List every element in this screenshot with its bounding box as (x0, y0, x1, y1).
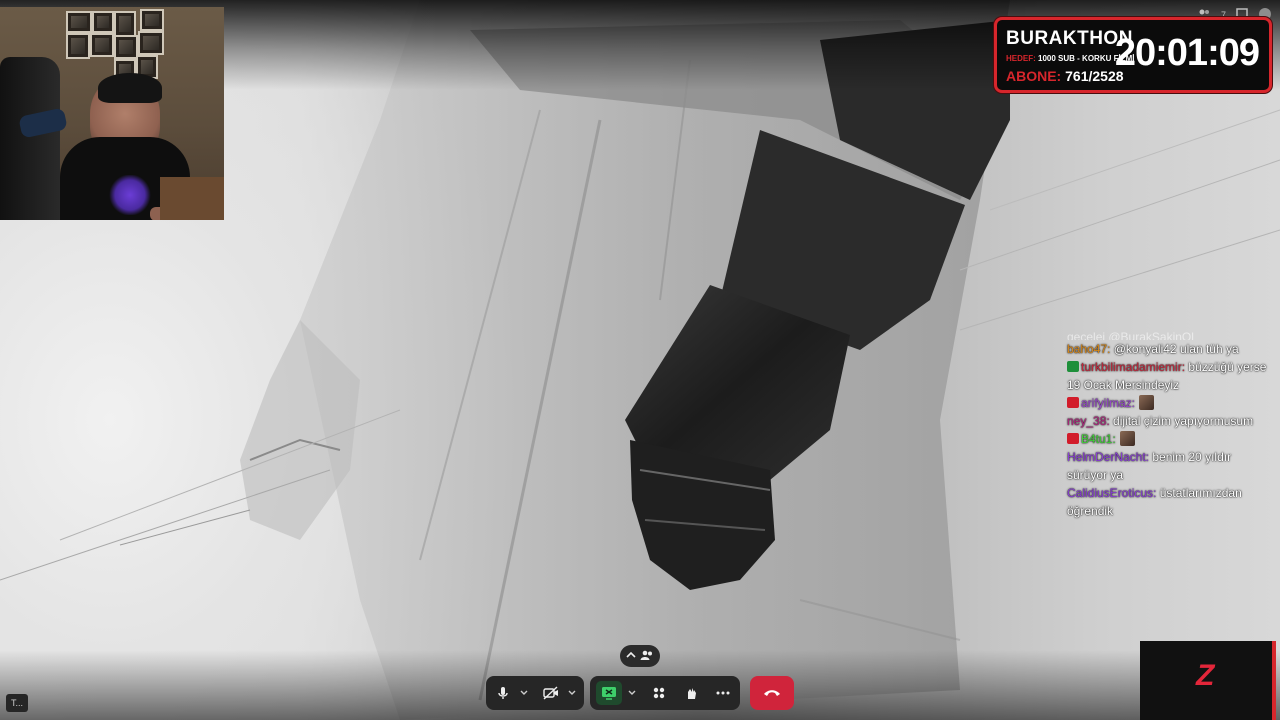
toolbar-expand-button[interactable] (620, 645, 660, 667)
shirt-graphic (108, 175, 152, 215)
wall-photo (114, 35, 138, 59)
apps-button[interactable] (648, 682, 670, 704)
reactions-button[interactable] (680, 682, 702, 704)
chat-badge-icon (1067, 433, 1079, 444)
gaming-chair (0, 57, 60, 220)
more-options-button[interactable] (712, 682, 734, 704)
wooden-furniture (160, 177, 224, 220)
z-logo-icon: Z (1196, 659, 1215, 692)
mic-options-chevron[interactable] (518, 682, 530, 704)
microphone-icon (498, 687, 508, 699)
chat-username[interactable]: ney_38: (1067, 414, 1110, 428)
meeting-toolbar (486, 676, 794, 710)
share-screen-button[interactable] (596, 681, 622, 705)
wall-photo (138, 31, 164, 55)
camera-options-chevron[interactable] (566, 682, 578, 704)
end-call-button[interactable] (750, 676, 794, 710)
chat-message: B4tu1: (1060, 430, 1270, 448)
wall-photo (66, 11, 92, 33)
share-actions-group (590, 676, 740, 710)
corner-status-label[interactable]: T... (6, 694, 28, 712)
microphone-button[interactable] (492, 682, 514, 704)
apps-icon (653, 687, 665, 699)
chat-text: dijital çizim yapıyormusum (1109, 414, 1254, 428)
chat-emote-icon (1139, 395, 1155, 410)
mic-camera-group (486, 676, 584, 710)
chat-username[interactable]: turkbilimadamiemir: (1081, 360, 1185, 374)
chat-badge-icon (1067, 361, 1079, 372)
wall-photo (114, 11, 136, 37)
share-screen-icon (602, 687, 616, 700)
participants-icon (640, 649, 654, 664)
share-options-chevron[interactable] (626, 682, 638, 704)
chat-message: arifyilmaz: (1060, 394, 1270, 412)
chevron-up-icon (626, 650, 636, 662)
chat-badge-icon (1067, 397, 1079, 408)
wall-photo (90, 33, 114, 57)
subscriber-row: ABONE: 761/2528 (1006, 68, 1124, 84)
chat-message-list: baho47: @konyali42 ulan tüh ya turkbilima… (1060, 340, 1270, 520)
reactions-icon (688, 688, 696, 699)
camera-off-icon (543, 686, 558, 700)
chat-message: ney_38: dijital çizim yapıyormusum (1060, 412, 1270, 430)
chat-username[interactable]: CalidiusEroticus: (1067, 486, 1156, 500)
wall-photo (66, 33, 90, 59)
wall-photo (92, 11, 114, 33)
more-icon (716, 691, 730, 695)
chat-message: baho47: @konyali42 ulan tüh ya (1060, 340, 1270, 358)
wall-photo (140, 9, 164, 31)
webcam-feed (0, 7, 224, 220)
end-call-icon (764, 690, 780, 696)
participant-tile[interactable]: Z (1140, 641, 1276, 720)
chat-emote-icon (1119, 431, 1135, 446)
subscriber-key: ABONE: (1006, 68, 1062, 84)
countdown-timer: 20:01:09 (1114, 32, 1260, 74)
chat-message: HelmDerNacht: benim 20 yıldır sürüyor ya (1060, 448, 1270, 484)
chat-text: @konyali42 ulan tüh ya (1110, 342, 1239, 356)
subathon-counter: BURAKTHON HEDEF: 1000 SUB - KORKU FİLMİ … (994, 17, 1272, 93)
chat-username[interactable]: B4tu1: (1081, 432, 1116, 446)
chat-clipped-line: gecelei @BurakSakinOl (1067, 330, 1194, 340)
streamer-hair (98, 73, 162, 103)
camera-button[interactable] (540, 682, 562, 704)
chat-username[interactable]: baho47: (1067, 342, 1110, 356)
chat-overlay: gecelei @BurakSakinOl baho47: @konyali42… (1060, 330, 1270, 520)
chat-username[interactable]: HelmDerNacht: (1067, 450, 1149, 464)
chat-username[interactable]: arifyilmaz: (1081, 396, 1135, 410)
chat-message: CalidiusEroticus: üstatlarımızdan öğrend… (1060, 484, 1270, 520)
goal-key: HEDEF: (1006, 54, 1036, 63)
chat-message: turkbilimadamiemir: büzzüğü yerse 19 Oca… (1060, 358, 1270, 394)
